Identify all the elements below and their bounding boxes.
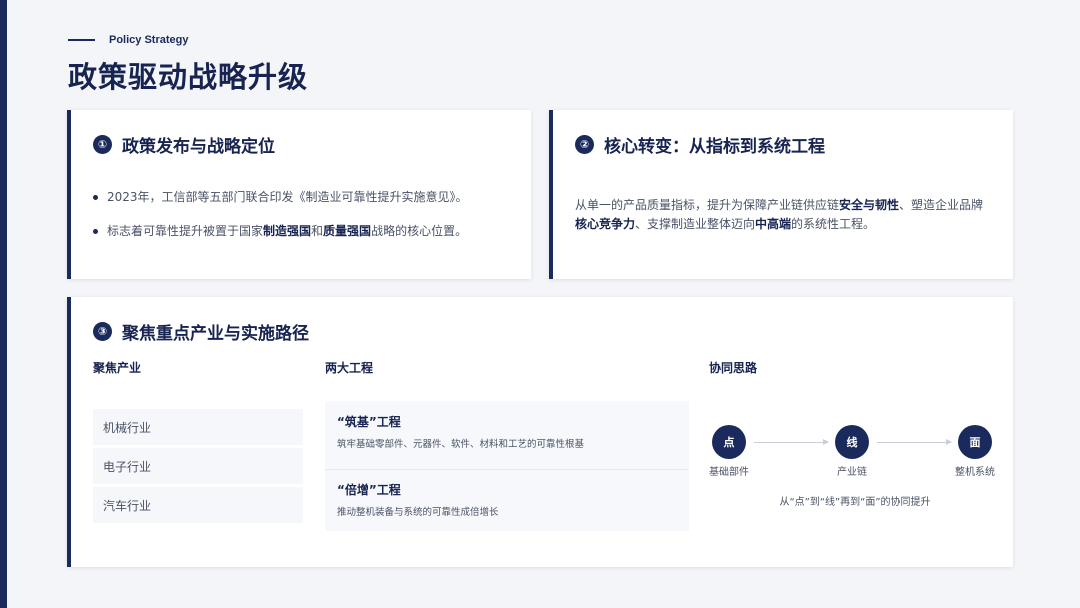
project-item: “倍增”工程 推动整机装备与系统的可靠性成倍增长 bbox=[337, 481, 499, 518]
project-item: “筑基”工程 筑牢基础零部件、元器件、软件、材料和工艺的可靠性根基 bbox=[337, 413, 584, 450]
projects-panel: “筑基”工程 筑牢基础零部件、元器件、软件、材料和工艺的可靠性根基 “倍增”工程… bbox=[325, 401, 689, 531]
arrow-right-icon bbox=[877, 439, 952, 445]
focus-industries-card: ③ 聚焦重点产业与实施路径 聚焦产业 两大工程 协同思路 机械行业 电子行业 汽… bbox=[67, 297, 1013, 567]
card-header: ③ 聚焦重点产业与实施路径 bbox=[93, 319, 309, 344]
number-badge: ② bbox=[575, 135, 594, 154]
column-heading-approach: 协同思路 bbox=[709, 361, 758, 375]
card-title: 政策发布与战略定位 bbox=[122, 137, 275, 157]
flow-label: 整机系统 bbox=[955, 467, 995, 478]
divider bbox=[325, 469, 689, 470]
left-accent-bar bbox=[0, 0, 7, 608]
eyebrow-text: Policy Strategy bbox=[109, 34, 189, 46]
card-header: ② 核心转变：从指标到系统工程 bbox=[575, 132, 825, 157]
arrow-right-icon bbox=[754, 439, 829, 445]
number-badge: ① bbox=[93, 135, 112, 154]
flow-caption: 从“点”到“线”再到“面”的协同提升 bbox=[779, 497, 931, 508]
industry-list: 机械行业 电子行业 汽车行业 bbox=[93, 409, 303, 526]
core-shift-card: ② 核心转变：从指标到系统工程 从单一的产品质量指标，提升为保障产业链供应链安全… bbox=[549, 110, 1013, 279]
flow-label: 基础部件 bbox=[709, 467, 749, 478]
column-heading-projects: 两大工程 bbox=[325, 361, 374, 375]
flow-label: 产业链 bbox=[837, 467, 867, 478]
policy-release-card: ① 政策发布与战略定位 2023年，工信部等五部门联合印发《制造业可靠性提升实施… bbox=[67, 110, 531, 279]
project-title: “筑基”工程 bbox=[337, 415, 401, 429]
industry-item: 汽车行业 bbox=[93, 487, 303, 523]
flow-node-surface: 面 bbox=[958, 425, 992, 459]
card-header: ① 政策发布与战略定位 bbox=[93, 132, 275, 157]
eyebrow-rule bbox=[68, 39, 95, 41]
eyebrow: Policy Strategy bbox=[68, 34, 188, 46]
industry-item: 机械行业 bbox=[93, 409, 303, 445]
card-paragraph: 从单一的产品质量指标，提升为保障产业链供应链安全与韧性、塑造企业品牌核心竞争力、… bbox=[575, 198, 984, 231]
bullet-item: 2023年，工信部等五部门联合印发《制造业可靠性提升实施意见》。 bbox=[93, 188, 523, 206]
bullet-item: 标志着可靠性提升被置于国家制造强国和质量强国战略的核心位置。 bbox=[93, 222, 523, 240]
number-badge: ③ bbox=[93, 322, 112, 341]
page-title: 政策驱动战略升级 bbox=[68, 60, 309, 94]
project-title: “倍增”工程 bbox=[337, 483, 401, 497]
bullet-list: 2023年，工信部等五部门联合印发《制造业可靠性提升实施意见》。 标志着可靠性提… bbox=[93, 188, 523, 256]
card-title: 核心转变：从指标到系统工程 bbox=[604, 137, 825, 157]
industry-item: 电子行业 bbox=[93, 448, 303, 484]
flow-node-line: 线 bbox=[835, 425, 869, 459]
card-title: 聚焦重点产业与实施路径 bbox=[122, 324, 309, 344]
project-description: 推动整机装备与系统的可靠性成倍增长 bbox=[337, 507, 499, 518]
flow-node-point: 点 bbox=[712, 425, 746, 459]
project-description: 筑牢基础零部件、元器件、软件、材料和工艺的可靠性根基 bbox=[337, 439, 585, 450]
column-heading-industries: 聚焦产业 bbox=[93, 361, 142, 375]
